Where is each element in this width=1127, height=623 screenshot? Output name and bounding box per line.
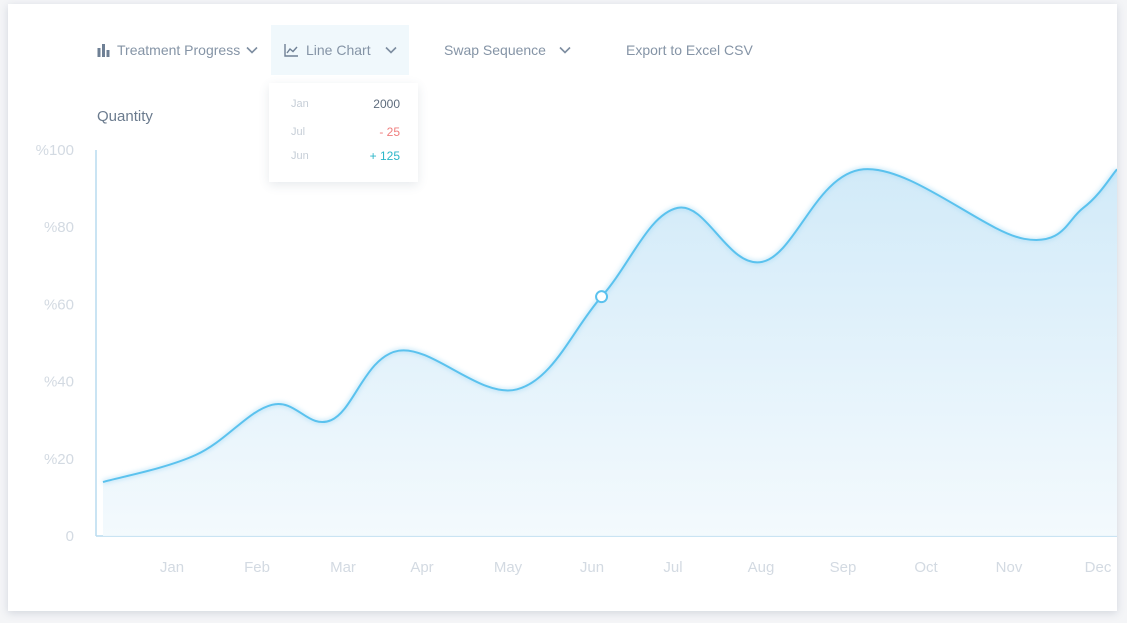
y-tick-label: %60 <box>44 296 74 313</box>
dropdown-row[interactable]: Jul - 25 <box>291 125 400 139</box>
line-chart: 0 %20 %40 %60 %80 %100 Jan Feb Mar Apr May Jun Jul Au… <box>36 142 1117 576</box>
y-tick-label: %40 <box>44 374 74 391</box>
x-tick-label: Apr <box>410 559 433 576</box>
chart-card: Treatment Progress Line Chart Swap Seque… <box>8 4 1117 611</box>
x-tick-label: Mar <box>330 559 356 576</box>
value-dropdown: Jan 2000 Jul - 25 Jun + 125 <box>269 83 418 182</box>
x-tick-label: Jan <box>160 559 184 576</box>
y-tick-label: %100 <box>36 142 74 159</box>
x-tick-label: Oct <box>914 559 938 576</box>
y-tick-label: 0 <box>66 528 74 545</box>
x-tick-label: May <box>494 559 523 576</box>
highlight-point[interactable] <box>595 290 609 304</box>
dropdown-row-value: + 125 <box>369 149 400 163</box>
dropdown-row-label: Jan <box>291 98 309 110</box>
y-tick-label: %20 <box>44 451 74 468</box>
x-tick-label: Feb <box>244 559 270 576</box>
x-tick-label: Sep <box>830 559 857 576</box>
x-tick-label: Nov <box>996 559 1023 576</box>
x-tick-label: Jul <box>663 559 682 576</box>
dropdown-row-label: Jul <box>291 126 306 138</box>
dropdown-row-value: - 25 <box>379 125 400 139</box>
dropdown-row-value: 2000 <box>373 97 400 111</box>
dropdown-row[interactable]: Jun + 125 <box>291 149 400 163</box>
dropdown-row[interactable]: Jan 2000 <box>291 97 400 111</box>
y-tick-label: %80 <box>44 219 74 236</box>
area-fill <box>103 169 1117 536</box>
x-tick-label: Aug <box>748 559 775 576</box>
x-tick-label: Jun <box>580 559 604 576</box>
dropdown-row-label: Jun <box>291 150 309 162</box>
x-tick-label: Dec <box>1085 559 1112 576</box>
